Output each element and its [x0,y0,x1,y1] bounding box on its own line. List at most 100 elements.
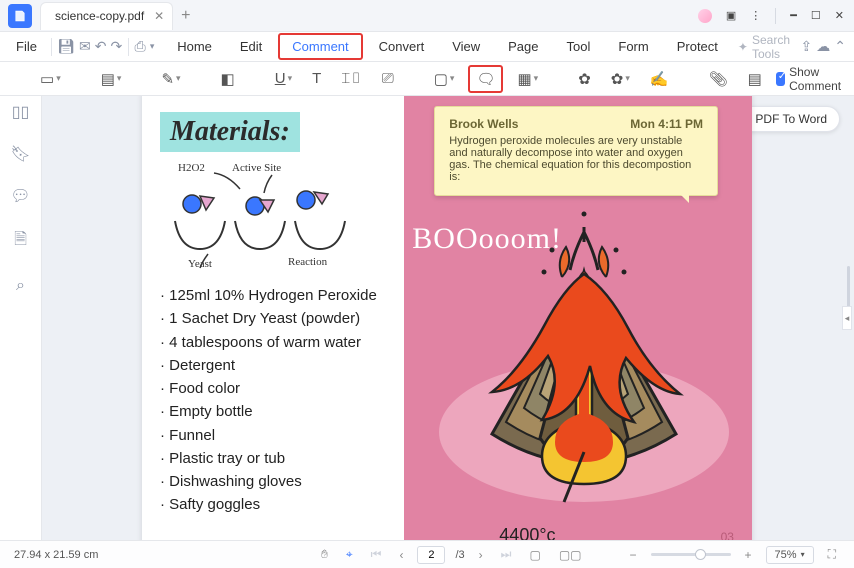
menu-tool[interactable]: Tool [555,35,603,58]
share-icon[interactable]: ⇪ [801,38,813,55]
search-tools[interactable]: ✦ Search Tools [738,33,790,61]
page-spread: Materials: H2O2 Active Site [142,96,752,540]
next-page-icon[interactable]: › [475,548,487,562]
page-title: Materials: [160,112,300,152]
last-page-icon[interactable]: ⏭︎ [497,547,516,562]
sticky-note-tool-icon[interactable]: 🗨︎ [468,65,503,93]
menu-file[interactable]: File [8,39,45,54]
sticky-note[interactable]: Brook Wells Mon 4:11 PM Hydrogen peroxid… [434,106,718,196]
app-logo-icon [8,4,32,28]
menu-view[interactable]: View [440,35,492,58]
eraser-tool-icon[interactable]: ◧ [215,67,241,91]
print-drop-icon[interactable]: ▾ [150,41,155,52]
signature-tool-icon[interactable]: ✍ [644,67,675,91]
menu-home[interactable]: Home [165,35,224,58]
right-page-number: 03 [721,530,734,540]
menu-edit[interactable]: Edit [228,35,274,58]
zoom-out-icon[interactable]: − [626,548,641,562]
document-tab[interactable]: science-copy.pdf ✕ [40,2,173,30]
minimize-button[interactable]: ━ [790,9,797,22]
prev-page-icon[interactable]: ‹ [395,548,407,562]
search-panel-icon[interactable]: ⌕ [16,277,25,295]
label-yeast: Yeast [188,258,212,270]
comments-panel-icon[interactable]: 💬︎ [10,186,30,206]
bookmark-icon[interactable]: 🔖︎ [10,144,30,164]
view-single-icon[interactable]: ▢ [525,548,544,562]
history-pill-icon[interactable] [698,9,712,23]
label-reaction: Reaction [288,256,327,268]
right-page: Brook Wells Mon 4:11 PM Hydrogen peroxid… [404,96,752,540]
fit-screen-icon[interactable]: ⛶ [824,547,840,562]
list-item: Empty bottle [160,400,386,423]
volcano-illustration [434,202,734,512]
summary-tool-icon[interactable]: ▤ [742,67,768,91]
left-page: Materials: H2O2 Active Site [142,96,404,540]
select-tool-icon[interactable]: ⌖ [342,547,357,562]
materials-list: 125ml 10% Hydrogen Peroxide 1 Sachet Dry… [160,284,386,517]
thumbnails-icon[interactable]: ▯▯ [12,102,30,122]
pencil-tool-icon[interactable]: ✎▾ [155,67,186,91]
tab-title: science-copy.pdf [55,9,144,23]
list-item: Funnel [160,424,386,447]
list-item: Food color [160,377,386,400]
status-bar: 27.94 x 21.59 cm ✋︎ ⌖ ⏮︎ ‹ /3 › ⏭︎ ▢ ▢▢ … [0,540,854,568]
page-dimensions: 27.94 x 21.59 cm [14,549,98,561]
menu-page[interactable]: Page [496,35,550,58]
list-item: Detergent [160,354,386,377]
search-tools-label: Search Tools [752,33,790,61]
pdf-to-word-label: PDF To Word [755,112,827,126]
new-tab-button[interactable]: + [181,7,190,25]
save-icon[interactable]: 💾︎ [57,38,75,55]
print-icon[interactable]: ⎙ [134,38,145,55]
cloud-icon[interactable]: ☁ [816,38,830,55]
mail-icon[interactable]: ✉ [79,38,91,55]
first-page-icon[interactable]: ⏮︎ [367,547,386,562]
highlight-tool-icon[interactable]: ▤▾ [95,67,128,91]
collapse-ribbon-icon[interactable]: ⌃ [834,38,846,55]
updates-icon[interactable]: ▣ [726,9,736,22]
area-tool-icon[interactable]: ▦▾ [511,67,544,91]
callout-tool-icon[interactable]: ⎚ [376,67,400,90]
menu-form[interactable]: Form [606,35,660,58]
page-number-input[interactable] [417,546,445,564]
view-two-icon[interactable]: ▢▢ [555,548,586,562]
zoom-dropdown[interactable]: 75% ▾ [766,546,814,564]
close-window-button[interactable]: ✕ [835,9,844,22]
checkbox-checked-icon[interactable] [776,72,785,86]
textbox-tool-icon[interactable]: ⌶▯ [335,67,367,90]
zoom-value: 75% [775,549,797,561]
shape-rect-tool-icon[interactable]: ▢▾ [428,67,461,91]
underline-tool-icon[interactable]: U▾ [269,67,298,90]
sticky-time: Mon 4:11 PM [630,117,703,131]
maximize-button[interactable]: ☐ [811,9,821,22]
list-item: 4 tablespoons of warm water [160,331,386,354]
undo-icon[interactable]: ↶ [95,38,107,55]
attachment-tool-icon[interactable]: 📎︎ [703,67,734,91]
sticky-author: Brook Wells [449,117,518,131]
temperature-label: 4400°c [499,525,555,540]
show-comment-toggle[interactable]: Show Comment [776,65,846,93]
redo-icon[interactable]: ↷ [110,38,122,55]
stamp-custom-icon[interactable]: ✿▾ [605,67,636,91]
sticky-body: Hydrogen peroxide molecules are very uns… [449,135,703,183]
materials-diagram: H2O2 Active Site Yeast Reaction [160,156,386,276]
menu-protect[interactable]: Protect [665,35,730,58]
close-tab-icon[interactable]: ✕ [154,9,164,23]
more-icon[interactable]: ⋮ [750,9,761,22]
text-tool-icon[interactable]: T [306,67,327,90]
hand-tool-icon[interactable]: ✋︎ [317,547,332,562]
list-item: Safty goggles [160,493,386,516]
wand-icon: ✦ [738,40,748,54]
expand-right-icon[interactable]: ◂ [842,306,852,330]
show-comment-label: Show Comment [789,65,846,93]
zoom-in-icon[interactable]: + [741,548,756,562]
zoom-slider[interactable] [651,553,731,556]
document-canvas[interactable]: ◂ W PDF To Word Materials: [42,96,854,540]
note-tool-icon[interactable]: ▭▾ [34,67,67,91]
menu-convert[interactable]: Convert [367,35,437,58]
list-item: Dishwashing gloves [160,470,386,493]
stamp-tool-icon[interactable]: ✿ [572,67,597,91]
attach-panel-icon[interactable]: 🗎︎ [14,228,27,255]
comment-toolbar: ▭▾ ▤▾ ✎▾ ◧ U▾ T ⌶▯ ⎚ ▢▾ 🗨︎ ▦▾ ✿ ✿▾ ✍ 📎︎ … [0,62,854,96]
menu-comment[interactable]: Comment [278,33,362,60]
